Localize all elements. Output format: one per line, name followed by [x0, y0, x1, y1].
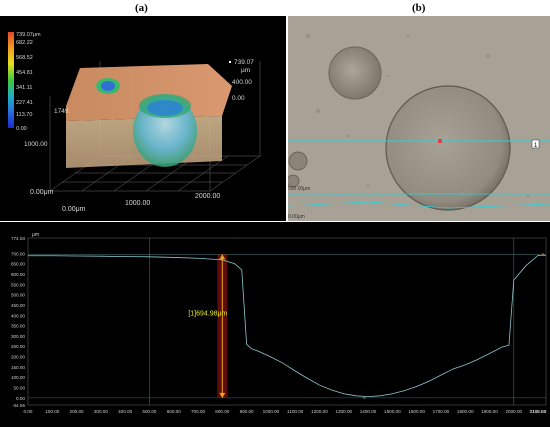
profile-chart-canvas: 700.00 650.00 600.00 550.00 500.00 450.00 400.… — [11, 232, 547, 414]
small-crater — [328, 46, 382, 100]
y-tick-label: 400.00 — [11, 313, 25, 318]
y-axis-label: 1749. — [54, 108, 70, 115]
colorbar-tick-7: 0.00 — [16, 126, 27, 132]
y-tick-label: 450.00 — [11, 303, 25, 308]
colorbar-tick-1: 682.22 — [16, 40, 33, 46]
x-tick-label: 1800.00 — [457, 409, 474, 414]
x-axis-end-label: 2000.00 — [195, 193, 220, 200]
colorbar-tick-6: 113.70 — [16, 112, 32, 118]
scale-top-label: 500.00μm — [288, 186, 310, 192]
y-tick-label: 100.00 — [11, 375, 25, 380]
y-tick-label: 500.00 — [11, 293, 25, 298]
edge-crater-1 — [288, 151, 308, 171]
y-axis-unit-label: μm — [32, 232, 39, 238]
x-tick-label: 100.00 — [45, 409, 59, 414]
x-tick-label: 1100.00 — [287, 409, 304, 414]
panel-label-a: (a) — [135, 2, 148, 14]
profile-series-line-0 — [28, 254, 546, 398]
x-tick-label: 500.00 — [142, 409, 156, 414]
origin-x-label: 0.00μm — [62, 206, 86, 213]
x-tick-label: 1700.00 — [433, 409, 450, 414]
z-axis-zero-label: 0.00 — [232, 95, 245, 102]
scale-bottom-label: 0.00μm — [288, 214, 305, 220]
x-tick-label: 200.00 — [70, 409, 84, 414]
y-tick-label: 150.00 — [11, 365, 25, 370]
colorbar-tick-3: 454.81 — [16, 70, 33, 76]
y-tick-label: 600.00 — [11, 272, 25, 277]
y-tick-label: 250.00 — [11, 344, 25, 349]
x-tick-label: 2000.00 — [505, 409, 522, 414]
origin-y-label: 0.00μm — [30, 189, 54, 196]
x-tick-label: 700.00 — [191, 409, 205, 414]
colorbar-tick-2: 568.52 — [16, 55, 33, 61]
x-tick-label: 400.00 — [118, 409, 132, 414]
x-tick-label: 300.00 — [94, 409, 108, 414]
z-axis-mid-label: 400.00 — [232, 79, 252, 86]
x-tick-label: 1200.00 — [311, 409, 328, 414]
y-tick-label: 0.00 — [16, 396, 25, 401]
y-top-tick-label: 774.03 — [11, 236, 25, 241]
y-tick-label: 50.00 — [14, 386, 26, 391]
z-axis-unit-label: μm — [241, 67, 250, 74]
panel-label-b: (b) — [412, 2, 426, 14]
colorbar-tick-5: 227.41 — [16, 100, 33, 106]
x-tick-label: 0.00 — [24, 409, 33, 414]
surface-3d-view[interactable]: 739.07μm 682.22 568.52 454.81 341.11 227… — [0, 16, 286, 221]
profile-marker-1: × — [541, 252, 545, 258]
colorbar-max-label: 739.07μm — [16, 32, 41, 38]
x-end-tick-label: 2132.63 — [529, 409, 546, 414]
z-axis-top-label: 739.07 — [234, 59, 254, 66]
y-tick-label: 350.00 — [11, 324, 25, 329]
y-tick-label: 200.00 — [11, 355, 25, 360]
plot-frame — [27, 237, 547, 406]
y-tick-label: 300.00 — [11, 334, 25, 339]
surface-3d-canvas: 739.07μm 682.22 568.52 454.81 341.11 227… — [8, 32, 261, 213]
y-tick-label: 550.00 — [11, 282, 25, 287]
y-bottom-tick-label: -34.55 — [12, 403, 25, 408]
x-tick-label: 1000.00 — [263, 409, 280, 414]
x-tick-label: 1600.00 — [408, 409, 425, 414]
colorbar-tick-4: 341.11 — [16, 85, 32, 91]
optical-micrograph[interactable]: 1 500.00μm 0.00μm — [288, 16, 550, 221]
measure-point — [438, 139, 442, 143]
color-scale-bar — [8, 32, 14, 128]
profile-chart[interactable]: 700.00 650.00 600.00 550.00 500.00 450.00 400.… — [0, 222, 550, 427]
micrograph-canvas: 1 500.00μm 0.00μm — [288, 16, 550, 221]
x-tick-label: 600.00 — [167, 409, 181, 414]
y-axis-tick: 1000.00 — [24, 141, 48, 148]
y-tick-label: 700.00 — [11, 251, 25, 256]
profile-marker-0: × — [363, 396, 367, 402]
large-crater — [385, 85, 511, 211]
x-tick-label: 900.00 — [240, 409, 254, 414]
x-tick-label: 1900.00 — [481, 409, 498, 414]
measurement-label: [1]694.98μm — [188, 310, 227, 317]
x-tick-label: 1500.00 — [384, 409, 401, 414]
x-tick-label: 800.00 — [215, 409, 229, 414]
x-tick-label: 1300.00 — [335, 409, 352, 414]
x-tick-label: 1400.00 — [360, 409, 377, 414]
y-tick-label: 650.00 — [11, 262, 25, 267]
x-axis-mid-label: 1000.00 — [125, 200, 150, 207]
